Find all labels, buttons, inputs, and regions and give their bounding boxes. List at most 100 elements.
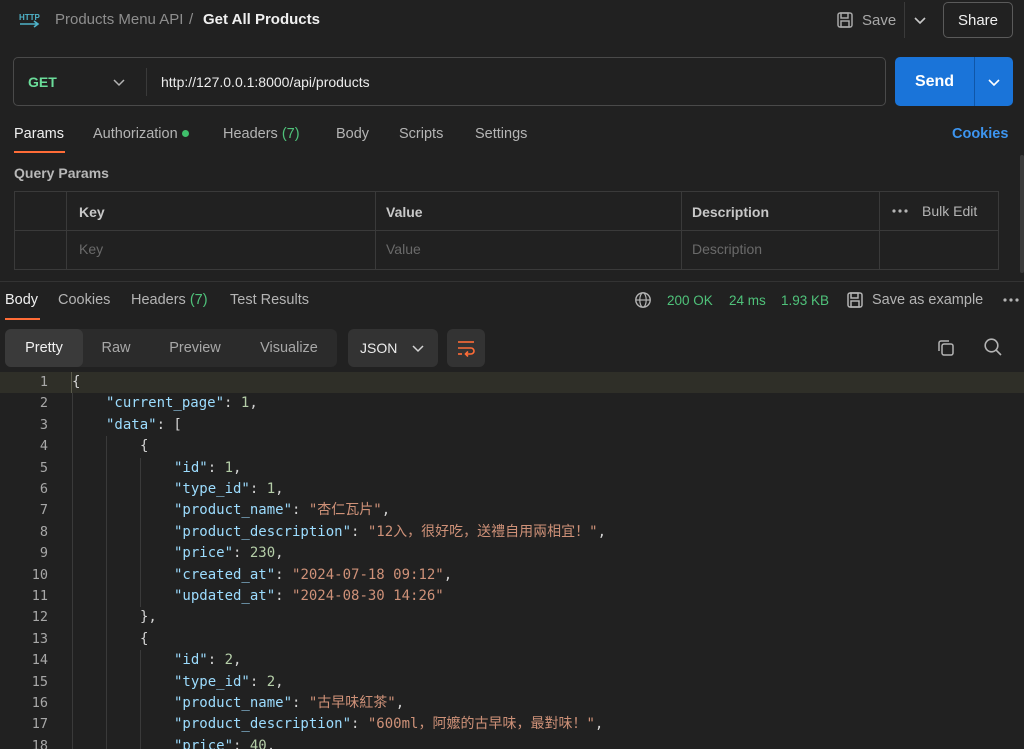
- code-line: 13 {: [0, 629, 1024, 650]
- key-input[interactable]: Key: [79, 241, 103, 257]
- url-input[interactable]: http://127.0.0.1:8000/api/products: [161, 74, 370, 90]
- chevron-down-icon: [412, 345, 424, 353]
- table-row-divider: [15, 230, 998, 231]
- wrap-lines-icon: [458, 341, 475, 357]
- description-input[interactable]: Description: [692, 241, 762, 257]
- active-tab-indicator: [5, 318, 40, 320]
- line-number: 13: [31, 630, 48, 647]
- send-button[interactable]: Send: [895, 57, 974, 106]
- pane-divider[interactable]: [0, 281, 1024, 282]
- view-preview[interactable]: Preview: [149, 329, 241, 367]
- more-options-icon[interactable]: [1002, 293, 1020, 307]
- code-text: "updated_at": "2024-08-30 14:26": [174, 588, 444, 604]
- copy-icon[interactable]: [936, 338, 956, 358]
- code-text: "product_description": "12入，很好吃，送禮自用兩相宜！…: [174, 523, 607, 540]
- response-time[interactable]: 24 ms: [729, 293, 766, 308]
- tab-authorization-label: Authorization: [93, 126, 178, 142]
- http-request-icon: HTTP: [19, 13, 40, 28]
- line-number: 12: [31, 609, 48, 626]
- column-header-key: Key: [79, 204, 105, 220]
- code-text: "created_at": "2024-07-18 09:12",: [174, 566, 453, 583]
- view-raw[interactable]: Raw: [83, 329, 149, 367]
- code-line: 9 "price": 230,: [0, 543, 1024, 564]
- active-tab-indicator: [14, 151, 65, 153]
- line-number: 14: [31, 652, 48, 669]
- view-visualize[interactable]: Visualize: [241, 329, 337, 367]
- line-number: 1: [39, 374, 48, 390]
- format-select[interactable]: JSON: [348, 329, 438, 367]
- cookies-link[interactable]: Cookies: [952, 126, 1008, 142]
- tab-params[interactable]: Params: [14, 126, 64, 142]
- more-options-icon[interactable]: [892, 209, 908, 213]
- url-divider: [146, 68, 147, 96]
- code-text: "type_id": 2,: [174, 673, 284, 690]
- code-line: 11 "updated_at": "2024-08-30 14:26": [0, 586, 1024, 607]
- chevron-down-icon[interactable]: [912, 12, 928, 28]
- view-pretty[interactable]: Pretty: [5, 329, 83, 367]
- indent-guide: [72, 393, 73, 749]
- code-line: 5 "id": 1,: [0, 458, 1024, 479]
- code-text: "data": [: [106, 416, 182, 433]
- format-value: JSON: [360, 340, 398, 356]
- code-text: {: [140, 630, 149, 647]
- tab-scripts[interactable]: Scripts: [399, 126, 443, 142]
- column-header-value: Value: [386, 204, 423, 220]
- breadcrumb-collection[interactable]: Products Menu API: [55, 11, 183, 28]
- bulk-edit-button[interactable]: Bulk Edit: [922, 203, 977, 219]
- tab-settings[interactable]: Settings: [475, 126, 527, 142]
- response-body-editor[interactable]: 1{2 "current_page": 1, 3 "data": [4{5 "id": …: [0, 372, 1024, 749]
- code-text: "price": 230,: [174, 545, 284, 562]
- line-number: 4: [39, 438, 48, 455]
- code-line: 16 "product_name": "古早味紅茶",: [0, 693, 1024, 714]
- line-number: 3: [39, 416, 48, 433]
- code-line: 2 "current_page": 1,: [0, 393, 1024, 414]
- code-text: {: [140, 438, 149, 455]
- query-params-title: Query Params: [14, 165, 109, 181]
- save-button[interactable]: Save: [836, 6, 896, 34]
- search-icon[interactable]: [983, 337, 1003, 357]
- save-as-example-button[interactable]: Save as example: [846, 291, 983, 309]
- line-number: 2: [39, 395, 48, 412]
- url-bar: GET http://127.0.0.1:8000/api/products: [13, 57, 886, 106]
- tab-authorization[interactable]: Authorization: [93, 126, 189, 142]
- code-text: {: [72, 374, 81, 390]
- method-select[interactable]: GET: [28, 74, 57, 90]
- code-line: 18 "price": 40,: [0, 736, 1024, 749]
- globe-icon[interactable]: [634, 291, 652, 309]
- chevron-down-icon[interactable]: [112, 75, 126, 89]
- send-button-group: Send: [895, 57, 1013, 106]
- headers-count: (7): [281, 126, 300, 142]
- bulk-edit-area: Bulk Edit: [892, 203, 977, 219]
- value-input[interactable]: Value: [386, 241, 421, 257]
- auth-status-dot: [181, 129, 189, 137]
- response-tab-cookies[interactable]: Cookies: [58, 292, 110, 308]
- code-line: 3 "data": [: [0, 415, 1024, 436]
- share-button[interactable]: Share: [943, 2, 1013, 38]
- response-size[interactable]: 1.93 KB: [781, 293, 829, 308]
- tab-body[interactable]: Body: [336, 126, 369, 142]
- scrollbar[interactable]: [1020, 155, 1024, 273]
- query-params-table: Key Value Description Bulk Edit Key Valu…: [14, 191, 999, 270]
- response-status-code[interactable]: 200 OK: [667, 293, 713, 308]
- chevron-down-icon[interactable]: [986, 74, 1002, 90]
- code-line: 4{: [0, 436, 1024, 457]
- request-title[interactable]: Get All Products: [203, 11, 320, 28]
- wrap-lines-button[interactable]: [447, 329, 485, 367]
- view-mode-switcher: Pretty Raw Preview Visualize: [5, 329, 337, 367]
- line-number: 8: [39, 523, 48, 540]
- tab-headers-label: Headers: [223, 126, 278, 142]
- response-tab-headers[interactable]: Headers (7): [131, 292, 208, 308]
- code-text: "current_page": 1,: [106, 395, 258, 412]
- header-bar: HTTP Products Menu API / Get All Product…: [0, 0, 1024, 40]
- code-line: 12},: [0, 607, 1024, 628]
- save-as-example-label: Save as example: [872, 292, 984, 308]
- line-number: 9: [39, 545, 48, 562]
- code-line: 8 "product_description": "12入，很好吃，送禮自用兩相宜…: [0, 522, 1024, 543]
- response-tab-test-results[interactable]: Test Results: [230, 292, 309, 308]
- column-header-description: Description: [692, 204, 770, 220]
- tab-headers[interactable]: Headers (7): [223, 126, 300, 142]
- code-text: "product_name": "杏仁瓦片",: [174, 502, 391, 519]
- line-number: 18: [31, 737, 48, 749]
- response-tab-body[interactable]: Body: [5, 292, 38, 308]
- code-text: "price": 40,: [174, 737, 276, 749]
